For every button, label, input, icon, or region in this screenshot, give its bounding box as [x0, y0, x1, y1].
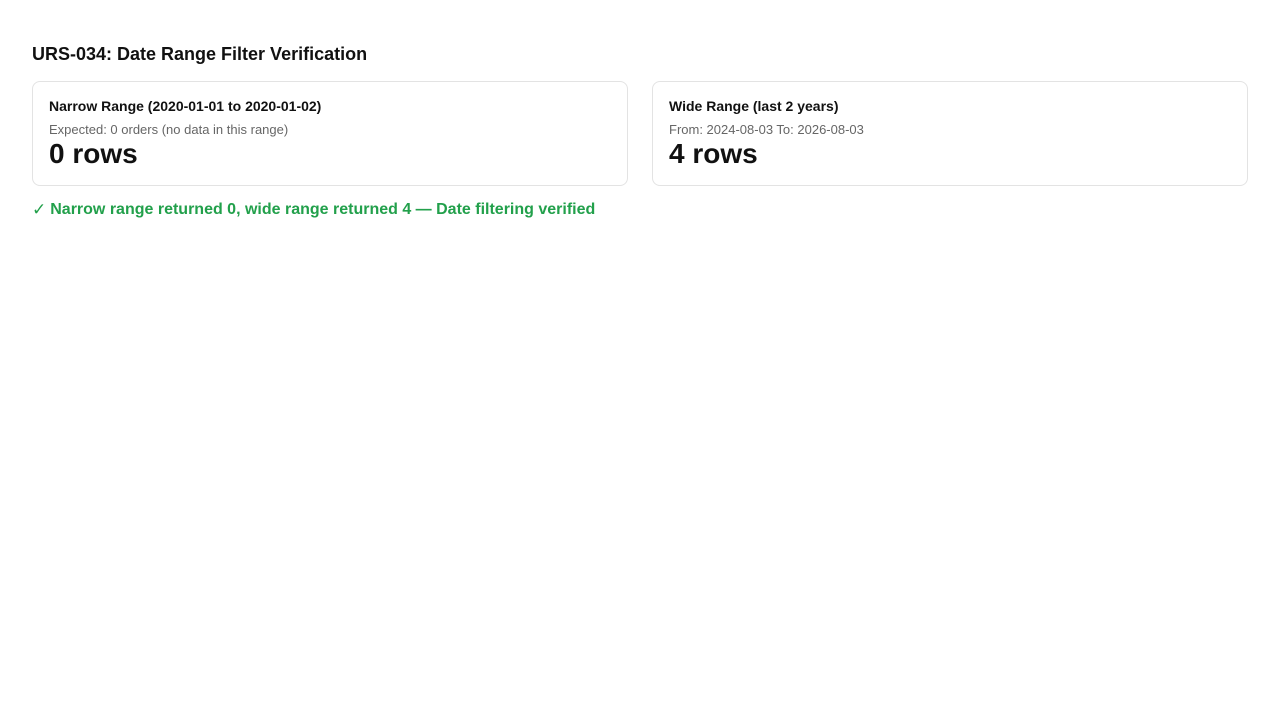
card-title: Narrow Range (2020-01-01 to 2020-01-02) — [49, 98, 322, 114]
card-subtitle: Expected: 0 orders (no data in this rang… — [49, 122, 289, 137]
page-title: URS-034: Date Range Filter Verification — [32, 44, 368, 64]
wide-range-card: Wide Range (last 2 years) From: 2024-08-… — [652, 81, 1248, 186]
cards-row: Narrow Range (2020-01-01 to 2020-01-02) … — [32, 81, 1248, 186]
verification-result: ✓ Narrow range returned 0, wide range re… — [32, 200, 1248, 220]
verification-result-text: Narrow range returned 0, wide range retu… — [50, 201, 596, 218]
card-title: Wide Range (last 2 years) — [669, 98, 839, 114]
row-count-value: 4 rows — [669, 138, 758, 169]
narrow-range-card: Narrow Range (2020-01-01 to 2020-01-02) … — [32, 81, 628, 186]
row-count-value: 0 rows — [49, 138, 138, 169]
page: URS-034: Date Range Filter Verification … — [0, 0, 1280, 720]
card-subtitle: From: 2024-08-03 To: 2026-08-03 — [669, 122, 864, 137]
check-icon: ✓ — [32, 200, 47, 219]
